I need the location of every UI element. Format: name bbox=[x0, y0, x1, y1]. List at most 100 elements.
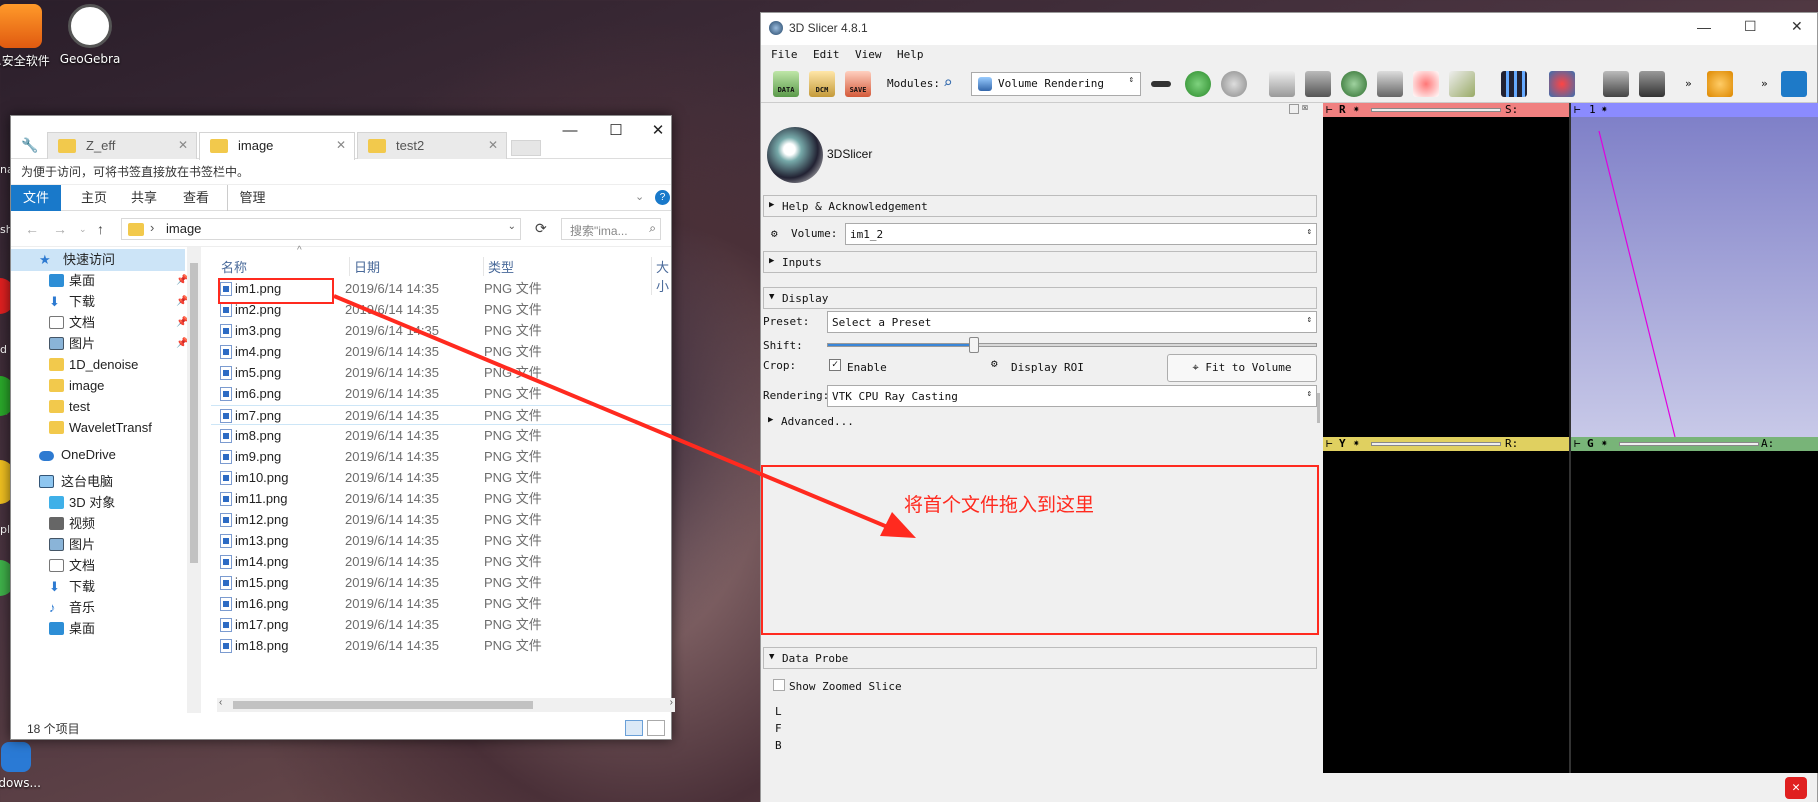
eye-icon[interactable]: ✷ bbox=[1353, 102, 1360, 115]
eye-icon[interactable]: ✷ bbox=[1601, 436, 1608, 449]
minimize-button[interactable]: — bbox=[1697, 19, 1711, 35]
history-button[interactable] bbox=[1151, 81, 1171, 87]
desktop-icon-windows[interactable]: adows... bbox=[0, 742, 56, 790]
green-slice-controller[interactable]: ⊢ G ✷ A: 0.000mm bbox=[1571, 436, 1818, 463]
camera-icon[interactable] bbox=[1639, 71, 1665, 97]
nav-item-1d-denoise[interactable]: 1D_denoise bbox=[11, 354, 138, 376]
section-data-probe[interactable]: ▼ Data Probe bbox=[763, 647, 1317, 669]
file-row[interactable]: im16.png 2019/6/14 14:35 PNG 文件 bbox=[211, 594, 671, 614]
red-slice-controller[interactable]: ⊢ R ✷ S: 0.000mm bbox=[1323, 102, 1569, 129]
models-module-icon[interactable] bbox=[1341, 71, 1367, 97]
minimize-button[interactable]: — bbox=[547, 116, 593, 146]
panel-splitter[interactable] bbox=[1317, 393, 1320, 423]
display-roi-label[interactable]: Display ROI bbox=[1011, 361, 1084, 374]
editor-module-icon[interactable] bbox=[1449, 71, 1475, 97]
file-row[interactable]: im8.png 2019/6/14 14:35 PNG 文件 bbox=[211, 426, 671, 446]
undock-icon[interactable] bbox=[1289, 104, 1299, 114]
nav-pc-videos[interactable]: 视频 bbox=[11, 513, 95, 535]
eye-icon[interactable]: ✷ bbox=[1353, 436, 1360, 449]
back-arrow-icon[interactable] bbox=[1185, 71, 1211, 97]
file-row[interactable]: im17.png 2019/6/14 14:35 PNG 文件 bbox=[211, 615, 671, 635]
screenshot-icon[interactable] bbox=[1603, 71, 1629, 97]
ribbon-tab-view[interactable]: 查看 bbox=[173, 185, 219, 211]
recent-chevron-icon[interactable]: ⌄ bbox=[79, 224, 87, 235]
volume-selector[interactable]: im1_2 ⇕ bbox=[845, 223, 1317, 245]
forward-arrow-icon[interactable] bbox=[1221, 71, 1247, 97]
extension-manager-icon[interactable] bbox=[1781, 71, 1807, 97]
details-view-icon[interactable] bbox=[625, 720, 643, 736]
address-field[interactable]: › image ⌄ bbox=[121, 218, 521, 240]
nav-item-documents[interactable]: 文档 📌 bbox=[11, 312, 188, 334]
column-header-type[interactable]: 类型 bbox=[483, 257, 514, 276]
file-row[interactable]: im3.png 2019/6/14 14:35 PNG 文件 bbox=[211, 321, 671, 341]
horizontal-scrollbar[interactable]: ‹ › bbox=[217, 697, 675, 712]
ribbon-tab-manage[interactable]: 管理 bbox=[227, 185, 277, 211]
fit-to-volume-button[interactable]: ⌖ Fit to Volume bbox=[1167, 354, 1317, 382]
file-row[interactable]: im13.png 2019/6/14 14:35 PNG 文件 bbox=[211, 531, 671, 551]
error-log-icon[interactable]: ✕ bbox=[1785, 777, 1807, 799]
nav-pc-3d[interactable]: 3D 对象 bbox=[11, 492, 115, 514]
close-icon[interactable]: ☒ bbox=[1302, 102, 1308, 113]
markups-module-icon[interactable] bbox=[1413, 71, 1439, 97]
nav-pc-music[interactable]: ♪ 音乐 bbox=[11, 597, 95, 619]
more-tools-icon[interactable]: » bbox=[1761, 77, 1768, 90]
enable-checkbox[interactable]: ✓ bbox=[829, 359, 841, 371]
red-slice-slider[interactable] bbox=[1371, 108, 1501, 112]
gear-icon[interactable]: ✷ bbox=[1601, 102, 1608, 115]
section-advanced[interactable]: ▶ Advanced... bbox=[763, 411, 1317, 433]
data-module-icon[interactable] bbox=[1269, 71, 1295, 97]
scroll-thumb[interactable] bbox=[190, 263, 198, 563]
scroll-right-icon[interactable]: › bbox=[670, 697, 673, 708]
nav-item-image[interactable]: image bbox=[11, 375, 104, 397]
nav-pc-pictures[interactable]: 图片 bbox=[11, 534, 95, 556]
tab-test2[interactable]: test2 ✕ bbox=[357, 132, 507, 159]
nav-pc-desktop[interactable]: 桌面 bbox=[11, 618, 95, 640]
shift-slider-handle[interactable] bbox=[969, 337, 979, 353]
nav-item-test[interactable]: test bbox=[11, 396, 90, 418]
up-arrow-icon[interactable]: ↑ bbox=[97, 221, 104, 237]
search-icon[interactable]: ⌕ bbox=[943, 73, 953, 92]
ribbon-tab-file[interactable]: 文件 bbox=[11, 185, 61, 211]
maximize-button[interactable]: ☐ bbox=[593, 116, 639, 146]
menu-file[interactable]: File bbox=[771, 48, 798, 61]
scroll-thumb[interactable] bbox=[233, 701, 533, 709]
shift-slider-track[interactable] bbox=[827, 343, 1317, 347]
desktop-icon-geogebra[interactable]: GeoGebra bbox=[50, 4, 130, 66]
file-row[interactable]: im4.png 2019/6/14 14:35 PNG 文件 bbox=[211, 342, 671, 362]
mouse-mode-icon[interactable] bbox=[1707, 71, 1733, 97]
yellow-slice-slider[interactable] bbox=[1371, 442, 1501, 446]
nav-pc-downloads[interactable]: ⬇ 下载 bbox=[11, 576, 95, 598]
scroll-left-icon[interactable]: ‹ bbox=[219, 697, 222, 708]
pin-icon[interactable]: ⊢ bbox=[1574, 437, 1581, 450]
file-row[interactable]: im6.png 2019/6/14 14:35 PNG 文件 bbox=[211, 384, 671, 404]
ribbon-tab-home[interactable]: 主页 bbox=[71, 185, 117, 211]
menu-help[interactable]: Help bbox=[897, 48, 924, 61]
show-zoomed-checkbox[interactable] bbox=[773, 679, 785, 691]
nav-this-pc[interactable]: 这台电脑 bbox=[11, 471, 113, 493]
file-row[interactable]: im7.png 2019/6/14 14:35 PNG 文件 bbox=[211, 405, 671, 425]
yellow-slice-controller[interactable]: ⊢ Y ✷ R: 0.000mm bbox=[1323, 436, 1569, 463]
column-header-date[interactable]: 日期 bbox=[349, 257, 380, 276]
section-inputs[interactable]: ▶ Inputs bbox=[763, 251, 1317, 273]
nav-onedrive[interactable]: OneDrive bbox=[11, 444, 116, 466]
tab-z-eff[interactable]: Z_eff ✕ bbox=[47, 132, 197, 159]
file-row[interactable]: im14.png 2019/6/14 14:35 PNG 文件 bbox=[211, 552, 671, 572]
crosshair-icon[interactable] bbox=[1549, 71, 1575, 97]
close-icon[interactable]: ✕ bbox=[336, 138, 346, 152]
refresh-icon[interactable]: ⟳ bbox=[535, 220, 547, 237]
threed-view-controller[interactable]: ⊢ 1 ✷ bbox=[1571, 102, 1818, 117]
pin-icon[interactable]: ⊢ bbox=[1574, 103, 1581, 116]
close-button[interactable]: ✕ bbox=[1791, 18, 1803, 35]
rendering-selector[interactable]: VTK CPU Ray Casting ⇕ bbox=[827, 385, 1317, 407]
column-header-name[interactable]: 名称 bbox=[221, 257, 247, 276]
section-help[interactable]: ▶ Help & Acknowledgement bbox=[763, 195, 1317, 217]
chevron-down-icon[interactable]: ⌄ bbox=[508, 221, 516, 232]
help-icon[interactable]: ? bbox=[655, 190, 670, 205]
threed-view[interactable] bbox=[1571, 117, 1818, 437]
nav-item-downloads[interactable]: ⬇ 下载 📌 bbox=[11, 291, 188, 313]
file-row[interactable]: im15.png 2019/6/14 14:35 PNG 文件 bbox=[211, 573, 671, 593]
nav-pc-documents[interactable]: 文档 bbox=[11, 555, 95, 577]
maximize-button[interactable]: ☐ bbox=[1744, 18, 1757, 35]
file-row[interactable]: im10.png 2019/6/14 14:35 PNG 文件 bbox=[211, 468, 671, 488]
ribbon-tab-share[interactable]: 共享 bbox=[121, 185, 167, 211]
